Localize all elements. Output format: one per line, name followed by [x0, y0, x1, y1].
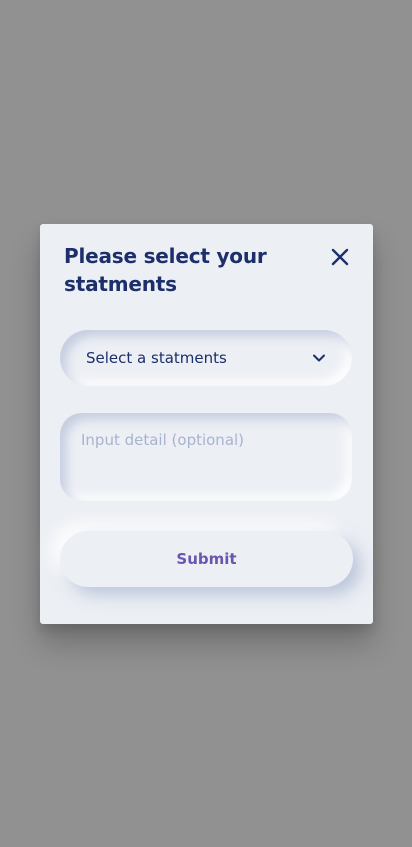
chevron-down-icon [312, 351, 326, 365]
statement-select[interactable]: Select a statments [60, 330, 352, 386]
close-button[interactable] [329, 246, 351, 268]
dialog-title: Please select your statments [64, 244, 267, 296]
statement-select-value: Select a statments [86, 349, 227, 367]
close-icon [331, 248, 349, 266]
statement-dialog: Please select your statments Select a st… [40, 224, 373, 624]
submit-button[interactable]: Submit [60, 531, 353, 587]
detail-input[interactable] [60, 413, 352, 501]
